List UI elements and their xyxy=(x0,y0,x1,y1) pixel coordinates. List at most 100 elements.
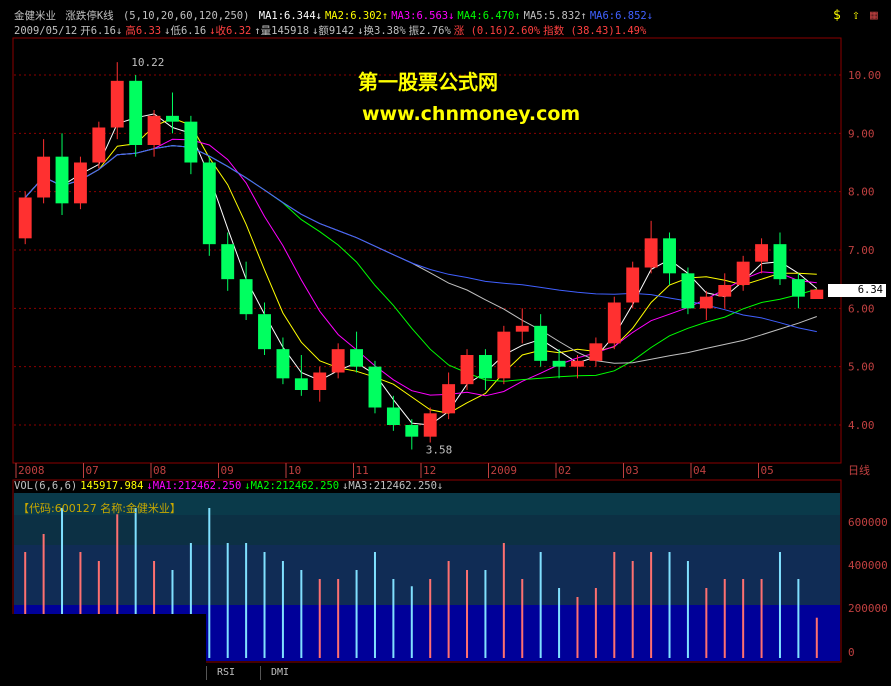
candle-body xyxy=(18,197,32,239)
ma-value-3: MA3:6.563↓ xyxy=(391,10,455,22)
current-price-marker: 6.34 xyxy=(828,284,886,297)
candle-body xyxy=(571,360,584,367)
candle-body xyxy=(515,325,529,332)
candle-body xyxy=(331,349,345,373)
candle-body xyxy=(736,261,750,285)
price-annotation: 10.22 xyxy=(131,56,164,69)
candle-body xyxy=(276,349,290,379)
ohlc-item-9: 涨 (0.16)2.60% xyxy=(453,25,541,37)
ohlc-header: 2009/05/12 开6.16↓ 高6.33 ↓低6.16 ↓收6.32 ↑量14591… xyxy=(14,25,649,37)
date-label: 12 xyxy=(423,464,436,477)
candle-body xyxy=(423,413,437,437)
ma-line-6 xyxy=(24,145,817,333)
candle-body xyxy=(810,289,824,299)
candle-body xyxy=(681,273,695,309)
ohlc-item-10: 指数 (38.43)1.49% xyxy=(543,25,647,37)
date-axis: 2008 07 08 09 10 11 12 2009 02 03 04 05 xyxy=(15,463,774,478)
volume-tick-label: 0 xyxy=(848,646,855,659)
date-label: 07 xyxy=(86,464,99,477)
candle-body xyxy=(92,127,106,163)
ohlc-item-8: 振2.76% xyxy=(408,25,451,37)
ohlc-item-2: 高6.33 xyxy=(125,25,162,37)
candle-body xyxy=(184,121,198,163)
volume-header-item-3: ↓MA2:212462.250 xyxy=(244,480,340,492)
watermark-url: www.chnmoney.com xyxy=(362,103,581,125)
dollar-icon[interactable]: $ xyxy=(833,8,841,23)
ohlc-item-5: ↑量145918 xyxy=(254,25,310,37)
volume-header-item-0: VOL(6,6,6) xyxy=(14,480,78,492)
candle-body xyxy=(294,378,308,390)
candle-body xyxy=(589,343,603,361)
candle-body xyxy=(773,244,787,280)
candle-body xyxy=(534,325,548,361)
candle-body xyxy=(55,156,69,204)
tab-dmi[interactable]: DMI xyxy=(260,666,299,680)
date-label: 02 xyxy=(558,464,571,477)
volume-header-item-2: ↓MA1:212462.250 xyxy=(146,480,242,492)
moving-average-lines xyxy=(24,113,818,426)
ma-value-6: MA6:6.852↓ xyxy=(589,10,654,22)
date-label: 08 xyxy=(153,464,166,477)
ma-values: MA1:6.344↓ MA2:6.302↑ MA3:6.563↓ MA4:6.470↑… xyxy=(259,10,656,22)
date-label: 09 xyxy=(221,464,234,477)
date-label: 11 xyxy=(356,464,369,477)
indicator-tab-bar xyxy=(0,664,891,686)
ohlc-item-3: ↓低6.16 xyxy=(164,25,207,37)
price-tick-label: 10.00 xyxy=(848,69,881,82)
candle-body xyxy=(478,355,492,379)
volume-band-3 xyxy=(14,545,840,605)
ma-params: (5,10,20,60,120,250) xyxy=(122,10,250,22)
volume-band-2 xyxy=(14,515,840,545)
candle-body xyxy=(147,115,161,145)
candle-body xyxy=(442,384,456,414)
ma-value-1: MA1:6.344↓ xyxy=(258,10,322,22)
candle-body xyxy=(460,355,474,385)
price-axis: 4.00 5.00 6.00 7.00 8.00 9.00 10.00 xyxy=(848,69,881,432)
candle-body xyxy=(221,244,235,280)
ma-line-1 xyxy=(24,113,818,426)
ohlc-item-1: 开6.16↓ xyxy=(80,25,123,37)
price-tick-label: 5.00 xyxy=(848,361,875,374)
candle-body xyxy=(552,360,566,367)
candle-body xyxy=(313,372,327,390)
grid-icon[interactable]: ▦ xyxy=(870,8,878,23)
candle-body xyxy=(166,115,179,122)
ohlc-item-6: ↓额9142 xyxy=(312,25,355,37)
volume-axis: 600000 400000 200000 0 xyxy=(848,516,888,659)
candle-body xyxy=(110,80,124,128)
volume-tick-label: 600000 xyxy=(848,516,888,529)
up-arrow-icon[interactable]: ⇧ xyxy=(852,8,860,23)
ma-value-4: MA4:6.470↑ xyxy=(457,10,521,22)
candle-body xyxy=(368,366,382,408)
stock-code-label: 【代码:600127 名称:金健米业】 xyxy=(18,502,181,515)
ohlc-item-4: ↓收6.32 xyxy=(209,25,252,37)
date-label: 04 xyxy=(693,464,707,477)
stock-name: 金健米业 xyxy=(14,10,56,22)
period-label[interactable]: 日线 xyxy=(848,462,870,478)
candle-body xyxy=(755,244,769,262)
candle-body xyxy=(405,425,419,437)
ma-value-2: MA2:6.302↑ xyxy=(324,10,389,22)
price-tick-label: 6.00 xyxy=(848,302,875,315)
candle-body xyxy=(350,349,364,367)
candle-body xyxy=(386,407,400,425)
date-label: 10 xyxy=(288,464,301,477)
price-tick-label: 7.00 xyxy=(848,244,875,257)
date-label: 03 xyxy=(626,464,639,477)
tab-rsi[interactable]: RSI xyxy=(206,666,245,680)
volume-header-item-4: ↓MA3:212462.250↓ xyxy=(342,480,444,492)
price-tick-label: 8.00 xyxy=(848,186,875,199)
candle-body xyxy=(626,267,640,303)
candle-body xyxy=(699,296,713,309)
candle-body xyxy=(129,80,143,145)
candle-body xyxy=(73,162,87,204)
candle-body xyxy=(607,302,621,344)
date-label: 2009 xyxy=(491,464,518,477)
date-label: 2008 xyxy=(18,464,45,477)
price-annotation: 3.58 xyxy=(426,444,453,457)
candle-body xyxy=(258,314,271,350)
ma-value-5: MA5:5.832↑ xyxy=(523,10,587,22)
watermark-title: 第一股票公式网 xyxy=(358,70,498,94)
volume-tick-label: 400000 xyxy=(848,559,888,572)
volume-tick-label: 200000 xyxy=(848,602,888,615)
